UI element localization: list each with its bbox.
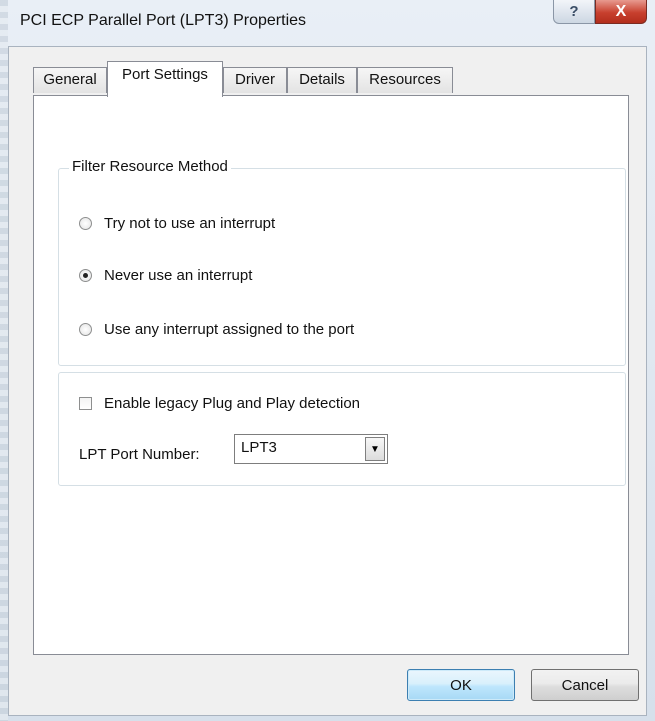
dropdown-arrow-button[interactable]: ▼ — [365, 437, 385, 461]
help-icon: ? — [569, 3, 579, 20]
button-label: Cancel — [561, 676, 609, 694]
radio-button[interactable] — [79, 216, 92, 230]
window-title: PCI ECP Parallel Port (LPT3) Properties — [20, 12, 307, 29]
legacy-pnp-checkbox-row[interactable]: Enable legacy Plug and Play detection — [79, 393, 360, 413]
tab-driver[interactable]: Driver — [223, 67, 287, 93]
select-value: LPT3 — [241, 439, 277, 456]
tab-label: Port Settings — [122, 66, 208, 83]
window-edge — [0, 0, 8, 721]
dialog-client-area: General Port Settings Driver Details Res… — [8, 46, 647, 716]
lpt-port-number-label: LPT Port Number: — [79, 446, 200, 463]
button-label: OK — [450, 676, 472, 694]
radio-any-interrupt[interactable]: Use any interrupt assigned to the port — [79, 319, 354, 339]
chevron-down-icon: ▼ — [370, 443, 380, 455]
radio-button[interactable] — [79, 322, 92, 336]
title-bar[interactable]: PCI ECP Parallel Port (LPT3) Properties … — [8, 0, 655, 46]
legacy-pnp-checkbox[interactable] — [79, 396, 92, 410]
checkbox-label: Enable legacy Plug and Play detection — [104, 394, 361, 412]
tab-label: General — [43, 71, 97, 88]
help-button[interactable]: ? — [553, 0, 595, 24]
radio-label: Try not to use an interrupt — [104, 214, 276, 232]
radio-label: Use any interrupt assigned to the port — [104, 320, 355, 338]
tab-strip: General Port Settings Driver Details Res… — [33, 61, 453, 97]
cancel-button[interactable]: Cancel — [531, 669, 639, 701]
lpt-port-number-select[interactable]: LPT3 ▼ — [234, 434, 388, 464]
close-icon: X — [615, 2, 627, 20]
radio-try-not-interrupt[interactable]: Try not to use an interrupt — [79, 213, 275, 233]
radio-never-interrupt[interactable]: Never use an interrupt — [79, 265, 252, 285]
ok-button[interactable]: OK — [407, 669, 515, 701]
groupbox-title: Filter Resource Method — [69, 158, 231, 175]
radio-button-selected[interactable] — [79, 268, 92, 282]
tab-general[interactable]: General — [33, 67, 107, 93]
tab-details[interactable]: Details — [287, 67, 357, 93]
radio-label: Never use an interrupt — [104, 266, 253, 284]
tab-label: Driver — [235, 71, 275, 88]
close-button[interactable]: X — [595, 0, 647, 24]
filter-resource-groupbox: Filter Resource Method Try not to use an… — [58, 158, 626, 366]
tab-label: Resources — [369, 71, 441, 88]
dialog-window: PCI ECP Parallel Port (LPT3) Properties … — [0, 0, 655, 721]
tab-label: Details — [299, 71, 345, 88]
tab-port-settings[interactable]: Port Settings — [107, 61, 223, 97]
legacy-settings-groupbox: Enable legacy Plug and Play detection LP… — [58, 372, 626, 486]
port-settings-panel: Filter Resource Method Try not to use an… — [33, 95, 629, 655]
tab-resources[interactable]: Resources — [357, 67, 453, 93]
